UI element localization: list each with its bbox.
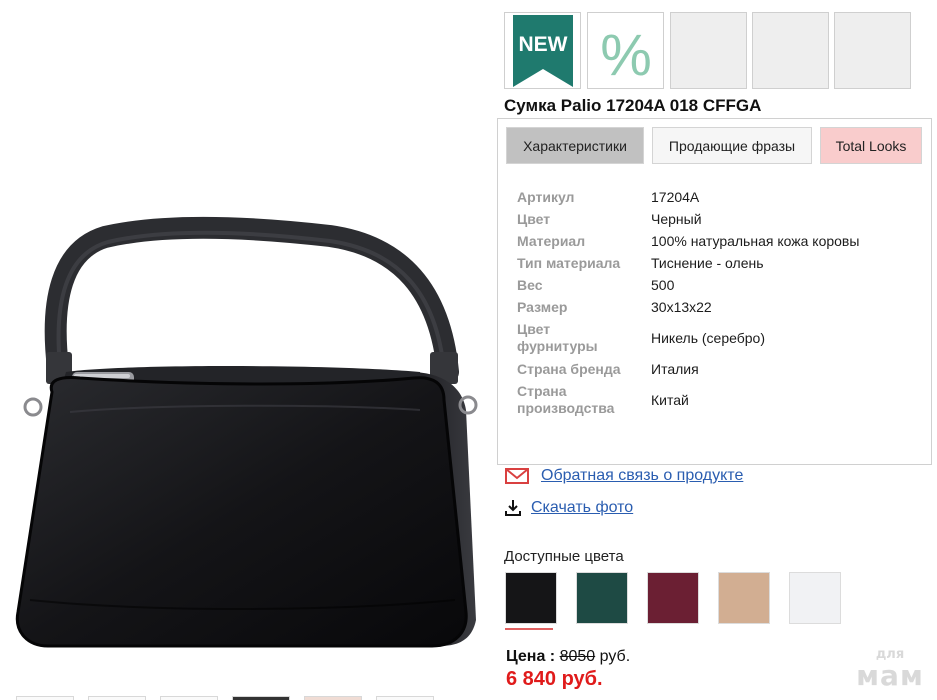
- percent-icon: %: [600, 23, 652, 88]
- tab-selling-phrases[interactable]: Продающие фразы: [652, 127, 812, 164]
- spec-row: Материал 100% натуральная кожа коровы: [517, 230, 917, 252]
- spec-value: 30x13x22: [651, 298, 712, 315]
- tab-characteristics[interactable]: Характеристики: [506, 127, 644, 164]
- feedback-link[interactable]: Обратная связь о продукте: [541, 467, 743, 485]
- mail-icon: [505, 467, 529, 485]
- thumbnail[interactable]: [16, 696, 74, 700]
- product-image[interactable]: [0, 0, 500, 700]
- color-swatch-burgundy[interactable]: [647, 572, 699, 624]
- color-swatch-beige[interactable]: [718, 572, 770, 624]
- feedback-link-row[interactable]: Обратная связь о продукте: [505, 467, 743, 485]
- download-photo-link[interactable]: Скачать фото: [531, 499, 633, 517]
- spec-value: Черный: [651, 210, 702, 227]
- old-price-currency: руб.: [599, 648, 631, 665]
- spec-row: Тип материала Тиснение - олень: [517, 252, 917, 274]
- watermark-bottom: мам: [856, 659, 924, 692]
- thumbnail[interactable]: [304, 696, 362, 700]
- empty-badge-slot: [670, 12, 747, 89]
- thumbnail[interactable]: [160, 696, 218, 700]
- spec-list: Артикул 17204A Цвет Черный Материал 100%…: [517, 187, 917, 420]
- thumbnail[interactable]: [376, 696, 434, 700]
- spec-row: Страна производства Китай: [517, 380, 917, 420]
- spec-key: Страна бренда: [517, 360, 621, 377]
- download-icon: [505, 499, 521, 517]
- color-swatch-green[interactable]: [576, 572, 628, 624]
- thumbnail[interactable]: [232, 696, 290, 700]
- empty-badge-slot: [834, 12, 911, 89]
- spec-key: Цвет: [517, 210, 551, 227]
- price-line: Цена : 8050 руб.: [506, 648, 630, 666]
- color-swatch-black[interactable]: [505, 572, 557, 624]
- new-badge-label: NEW: [519, 33, 568, 56]
- discount-badge: %: [587, 12, 664, 89]
- spec-value: 500: [651, 276, 675, 293]
- old-price: 8050: [559, 648, 596, 665]
- selected-swatch-indicator: [505, 628, 553, 630]
- new-ribbon-icon: NEW: [513, 15, 573, 87]
- empty-badge-slot: [752, 12, 829, 89]
- tab-total-looks[interactable]: Total Looks: [820, 127, 922, 164]
- specs-panel: Характеристики Продающие фразы Total Loo…: [497, 118, 932, 465]
- spec-row: Вес 500: [517, 274, 917, 296]
- spec-row: Цвет фурнитуры Никель (серебро): [517, 318, 917, 358]
- spec-value: Италия: [651, 360, 699, 377]
- available-colors-title: Доступные цвета: [504, 548, 624, 565]
- spec-key: Страна производства: [517, 383, 615, 416]
- spec-value: 17204A: [651, 189, 700, 205]
- current-price: 6 840 руб.: [506, 668, 603, 690]
- spec-key: Артикул: [517, 189, 575, 205]
- spec-row: Страна бренда Италия: [517, 358, 917, 380]
- spec-value: Тиснение - олень: [651, 254, 764, 271]
- download-link-row[interactable]: Скачать фото: [505, 499, 633, 517]
- spec-row: Размер 30x13x22: [517, 296, 917, 318]
- spec-key: Вес: [517, 276, 543, 293]
- spec-key: Тип материала: [517, 254, 621, 271]
- color-swatch-white[interactable]: [789, 572, 841, 624]
- discount-badge-label: %: [600, 23, 652, 88]
- spec-value: Никель (серебро): [651, 329, 766, 346]
- handbag-photo: [15, 216, 478, 648]
- spec-value: Китай: [651, 391, 689, 408]
- watermark: для мам: [850, 648, 930, 691]
- thumbnail[interactable]: [88, 696, 146, 700]
- spec-key: Материал: [517, 232, 586, 249]
- spec-value: 100% натуральная кожа коровы: [651, 232, 860, 249]
- spec-key: Цвет фурнитуры: [517, 321, 598, 354]
- spec-row: Артикул 17204A: [517, 187, 917, 208]
- spec-key: Размер: [517, 298, 568, 315]
- thumbnail-strip: [0, 688, 500, 700]
- price-label: Цена :: [506, 648, 556, 665]
- product-title: Сумка Palio 17204A 018 CFFGA: [504, 96, 762, 115]
- new-badge: NEW: [504, 12, 581, 89]
- badge-row: NEW %: [504, 12, 914, 90]
- spec-row: Цвет Черный: [517, 208, 917, 230]
